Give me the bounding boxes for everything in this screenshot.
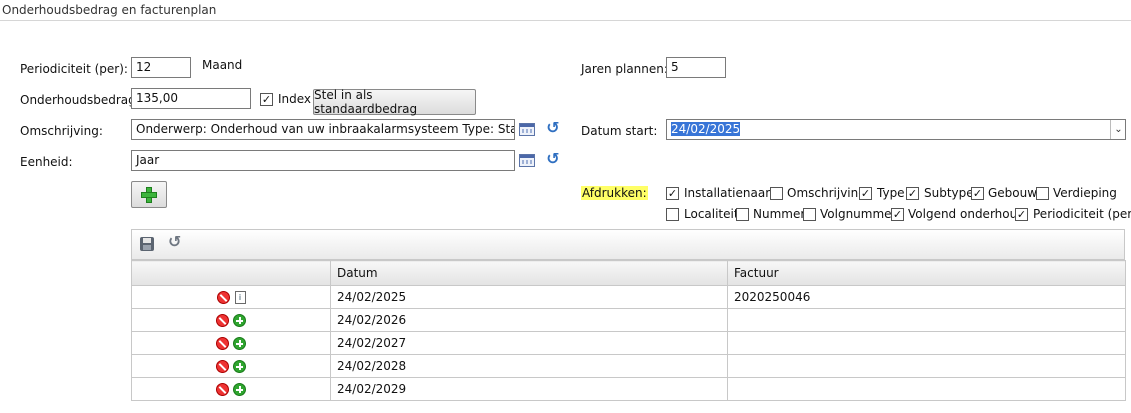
afdrukken-option-label: Installatienaam [684, 186, 777, 200]
afdrukken-checkbox-periodiciteit[interactable]: ✓ [1015, 208, 1028, 221]
add-icon[interactable] [233, 360, 246, 373]
periodiciteit-label: Periodiciteit (per): [20, 62, 128, 76]
delete-icon[interactable] [216, 291, 230, 304]
afdrukken-option-label: Gebouw [988, 186, 1038, 200]
add-icon[interactable] [233, 314, 246, 327]
delete-icon[interactable] [216, 360, 229, 373]
cell-factuur [727, 377, 1126, 401]
cell-factuur: 2020250046 [727, 285, 1126, 309]
stel-standaardbedrag-button[interactable]: Stel in als standaardbedrag [313, 88, 476, 116]
afdrukken-checkbox-type[interactable]: ✓ [859, 187, 872, 200]
onderhoudsbedrag-input[interactable]: 135,00 [131, 88, 251, 109]
column-header-datum[interactable]: Datum [330, 260, 728, 286]
cell-factuur [727, 331, 1126, 355]
afdrukken-checkbox-installatienaam[interactable]: ✓ [666, 187, 679, 200]
cell-datum: 24/02/2027 [330, 331, 728, 355]
facturen-table: Datum Factuur i 24/02/2025 2020250046 24… [131, 260, 1126, 401]
column-header-factuur[interactable]: Factuur [727, 260, 1126, 286]
afdrukken-option-label: Omschrijving [787, 186, 866, 200]
add-line-button[interactable] [131, 181, 167, 208]
row-actions [131, 377, 331, 401]
index-checkbox[interactable]: ✓ [260, 93, 273, 106]
afdrukken-option-label: Type [877, 186, 905, 200]
afdrukken-option-label: Nummer [753, 207, 806, 221]
jaren-plannen-input[interactable]: 5 [666, 57, 726, 78]
document-icon[interactable]: i [234, 291, 246, 304]
undo-icon[interactable]: ↺ [168, 234, 181, 250]
eenheid-reset-icon[interactable]: ↺ [544, 151, 562, 167]
datum-start-value: 24/02/2025 [671, 122, 741, 136]
periodiciteit-input[interactable]: 12 [131, 57, 191, 78]
afdrukken-option-label: Subtype [924, 186, 974, 200]
afdrukken-option-label: Localiteit [684, 207, 739, 221]
afdrukken-checkbox-subtype[interactable]: ✓ [906, 187, 919, 200]
afdrukken-option-label: Volgend onderhoud [908, 207, 1025, 221]
cell-datum: 24/02/2025 [330, 285, 728, 309]
eenheid-calendar-icon[interactable] [518, 152, 536, 168]
delete-icon[interactable] [216, 337, 229, 350]
row-actions [131, 331, 331, 355]
table-row: i 24/02/2025 2020250046 [131, 285, 1126, 309]
omschrijving-calendar-icon[interactable] [518, 121, 536, 137]
table-header-row: Datum Factuur [131, 260, 1126, 286]
datum-start-select[interactable]: 24/02/2025 [666, 119, 1126, 140]
add-icon[interactable] [233, 383, 246, 396]
afdrukken-option-label: Volgnummer [820, 207, 897, 221]
delete-icon[interactable] [216, 314, 229, 327]
delete-icon[interactable] [216, 383, 229, 396]
datum-start-label: Datum start: [581, 124, 658, 138]
afdrukken-label: Afdrukken: [581, 186, 648, 200]
column-header-actions [131, 260, 331, 286]
afdrukken-checkbox-volgnummer[interactable] [803, 208, 816, 221]
grid-toolbar: ↺ [131, 229, 1125, 260]
row-actions [131, 308, 331, 332]
add-icon[interactable] [233, 337, 246, 350]
table-row: 24/02/2027 [131, 331, 1126, 355]
afdrukken-option-label: Verdieping [1053, 186, 1117, 200]
omschrijving-input[interactable]: Onderwerp: Onderhoud van uw inbraakalarm… [131, 119, 515, 140]
cell-factuur [727, 308, 1126, 332]
eenheid-label: Eenheid: [20, 155, 73, 169]
cell-datum: 24/02/2026 [330, 308, 728, 332]
onderhoudsbedrag-label: Onderhoudsbedrag: [20, 93, 140, 107]
afdrukken-checkbox-verdieping[interactable] [1036, 187, 1049, 200]
afdrukken-option-label: Periodiciteit (per) [1033, 207, 1131, 221]
chevron-down-icon[interactable]: ⌄ [1110, 120, 1126, 139]
section-title: Onderhoudsbedrag en facturenplan [2, 3, 217, 17]
table-row: 24/02/2026 [131, 308, 1126, 332]
afdrukken-checkbox-volgend-onderhoud[interactable]: ✓ [891, 208, 904, 221]
omschrijving-reset-icon[interactable]: ↺ [544, 120, 562, 136]
afdrukken-checkbox-nummer[interactable] [736, 208, 749, 221]
section-divider [0, 20, 1131, 21]
table-row: 24/02/2028 [131, 354, 1126, 378]
table-row: 24/02/2029 [131, 377, 1126, 401]
afdrukken-checkbox-omschrijving[interactable] [770, 187, 783, 200]
row-actions: i [131, 285, 331, 309]
eenheid-input[interactable]: Jaar [131, 150, 515, 171]
cell-datum: 24/02/2029 [330, 377, 728, 401]
periodiciteit-unit: Maand [202, 58, 243, 72]
afdrukken-checkbox-localiteit[interactable] [666, 208, 679, 221]
cell-factuur [727, 354, 1126, 378]
row-actions [131, 354, 331, 378]
cell-datum: 24/02/2028 [330, 354, 728, 378]
plus-icon [141, 186, 157, 203]
save-icon[interactable] [140, 237, 154, 251]
omschrijving-label: Omschrijving: [20, 124, 103, 138]
afdrukken-checkbox-gebouw[interactable]: ✓ [971, 187, 984, 200]
jaren-plannen-label: Jaren plannen: [581, 62, 668, 76]
index-label: Index [278, 92, 312, 106]
